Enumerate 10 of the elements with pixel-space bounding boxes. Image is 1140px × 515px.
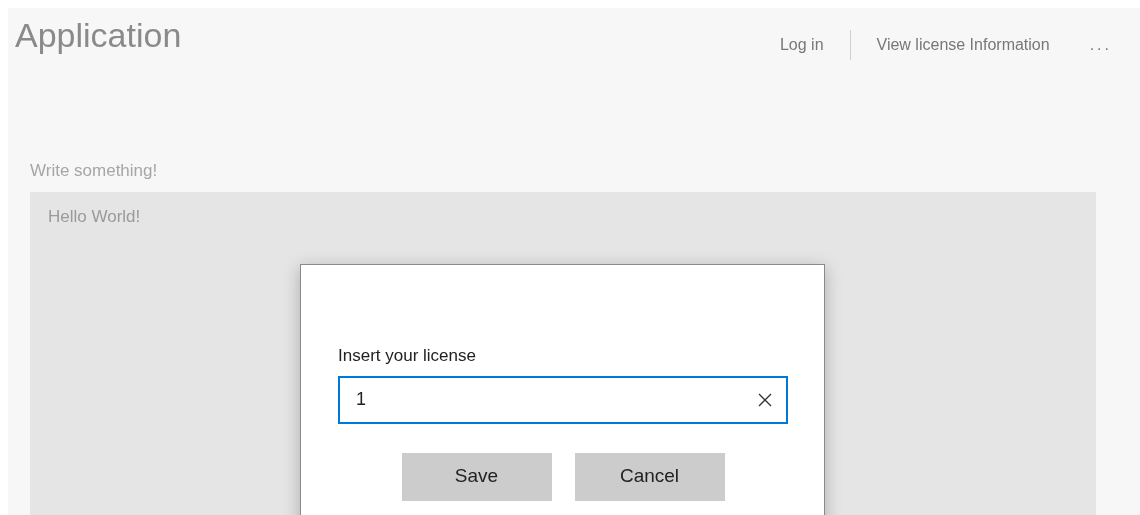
more-button[interactable]: ... [1089, 33, 1112, 57]
field-label: Insert your license [338, 345, 476, 367]
command-button[interactable]: View license Information [876, 33, 1050, 57]
app-title: Application [15, 18, 182, 52]
editor-header: Write something! [30, 160, 159, 182]
dialog-button[interactable]: Save [401, 452, 552, 501]
command-button[interactable]: Log in [779, 33, 824, 57]
license-field[interactable]: 1 [338, 375, 788, 424]
dialog-button[interactable]: Cancel [574, 452, 725, 501]
close-icon[interactable] [758, 392, 772, 407]
